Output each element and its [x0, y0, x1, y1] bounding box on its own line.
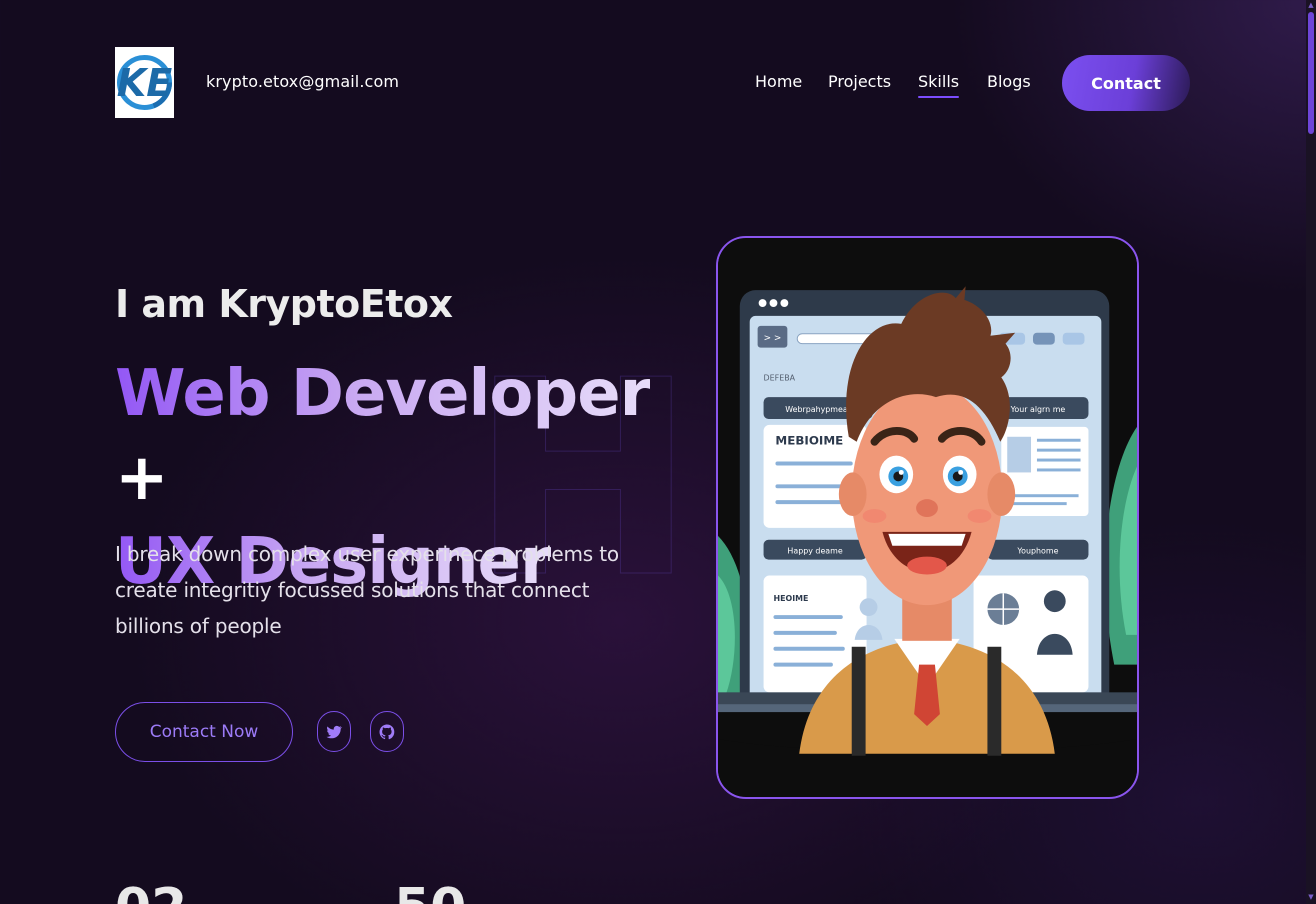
scroll-down-arrow-icon[interactable]: ▼: [1307, 893, 1315, 901]
nav-home[interactable]: Home: [755, 72, 802, 91]
vertical-scrollbar[interactable]: ▲ ▼: [1306, 0, 1316, 904]
twitter-link[interactable]: [317, 711, 351, 752]
screen-heading-1: MEBIOIME: [775, 434, 843, 448]
screen-label-top: DEFEBA: [764, 373, 796, 382]
stat-value-2: 50: [394, 882, 466, 904]
developer-illustration: > > DEFEBA Webrpahypmeat Your algrn me M…: [718, 238, 1137, 797]
screen-pill-right: Your algrn me: [1010, 405, 1066, 414]
headline-plus: +: [115, 441, 169, 515]
twitter-icon: [326, 725, 343, 738]
scroll-up-arrow-icon[interactable]: ▲: [1307, 1, 1315, 9]
contact-button[interactable]: Contact: [1062, 55, 1190, 111]
stat-value-1: 02: [115, 882, 187, 904]
contact-now-button[interactable]: Contact Now: [115, 702, 293, 762]
svg-text:> >: > >: [764, 334, 782, 344]
hero-intro: I am KryptoEtox: [115, 282, 453, 326]
screen-heading-2: HEOIME: [773, 594, 808, 603]
scroll-thumb[interactable]: [1308, 12, 1314, 134]
screen-pill-mid-left: Happy deame: [787, 547, 842, 556]
headline-role-1: Web Developer: [115, 357, 651, 431]
nav-projects[interactable]: Projects: [828, 72, 891, 91]
nav-skills[interactable]: Skills: [918, 72, 960, 98]
screen-pill-left: Webrpahypmeat: [785, 405, 851, 414]
hero-description: I break down complex user experinece pro…: [115, 542, 619, 638]
hero-illustration: > > DEFEBA Webrpahypmeat Your algrn me M…: [716, 236, 1139, 799]
nav-blogs[interactable]: Blogs: [987, 72, 1031, 91]
github-link[interactable]: [370, 711, 404, 752]
screen-pill-mid-right: Youphome: [1016, 547, 1058, 556]
github-icon: [379, 724, 395, 739]
